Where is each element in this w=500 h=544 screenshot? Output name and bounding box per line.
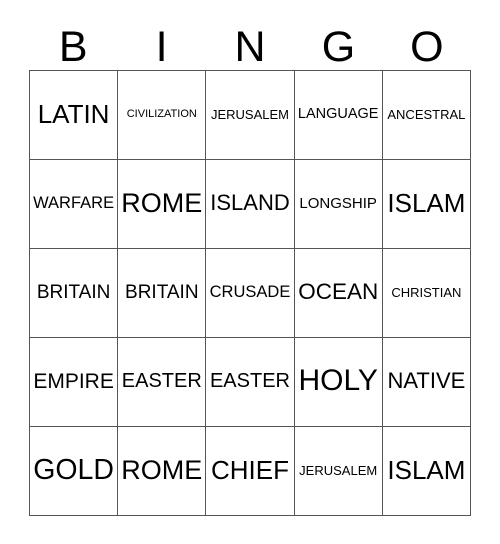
bingo-cell[interactable]: LANGUAGE — [294, 71, 383, 160]
bingo-cell[interactable]: WARFARE — [30, 160, 119, 249]
bingo-card: B I N G O LATIN CIVILIZATION JERUSALEM L… — [0, 0, 500, 544]
bingo-cell-label: CHIEF — [210, 455, 289, 485]
bingo-cell-label: ISLAM — [387, 455, 466, 485]
bingo-cell[interactable]: JERUSALEM — [206, 71, 295, 160]
bingo-header-letter-b: B — [58, 23, 88, 71]
bingo-cell-label: BRITAIN — [125, 281, 199, 303]
bingo-cell-label: GOLD — [33, 453, 114, 486]
bingo-cell-label: LATIN — [37, 99, 110, 129]
bingo-cell[interactable]: HOLY — [294, 338, 383, 427]
bingo-cell-label: ISLAM — [387, 188, 466, 218]
bingo-cell-label: JERUSALEM — [210, 106, 289, 122]
bingo-cell[interactable]: ISLAM — [382, 427, 471, 516]
bingo-cell[interactable]: JERUSALEM — [294, 427, 383, 516]
bingo-header-letter-g: G — [321, 23, 356, 71]
bingo-cell[interactable]: CHIEF — [206, 427, 295, 516]
bingo-cell-label: WARFARE — [33, 193, 115, 212]
bingo-cell[interactable]: CIVILIZATION — [118, 71, 207, 160]
bingo-cell-label: EASTER — [209, 370, 290, 392]
bingo-cell-label: HOLY — [298, 364, 378, 397]
bingo-cell[interactable]: ROME — [118, 427, 207, 516]
bingo-header-letter-n: N — [234, 23, 266, 71]
bingo-cell-label: LONGSHIP — [299, 194, 377, 212]
bingo-cell[interactable]: EMPIRE — [30, 338, 119, 427]
bingo-cell[interactable]: LONGSHIP — [294, 160, 383, 249]
bingo-cell[interactable]: LATIN — [30, 71, 119, 160]
bingo-cell-label: EMPIRE — [33, 369, 114, 393]
bingo-cell[interactable]: ANCESTRAL — [382, 71, 471, 160]
bingo-cell-label: CIVILIZATION — [126, 107, 197, 120]
bingo-header-letter-i: I — [155, 23, 168, 71]
bingo-header-row: B I N G O — [29, 16, 471, 70]
bingo-cell-label: LANGUAGE — [297, 105, 379, 122]
bingo-cell[interactable]: CRUSADE — [206, 249, 295, 338]
bingo-cell-label: ANCESTRAL — [387, 106, 466, 122]
bingo-cell-label: EASTER — [121, 370, 202, 392]
bingo-header-letter-o: O — [410, 23, 444, 71]
bingo-cell-label: ROME — [121, 187, 203, 218]
bingo-cell-label: ISLAND — [210, 190, 290, 215]
bingo-cell[interactable]: CHRISTIAN — [382, 249, 471, 338]
bingo-cell[interactable]: GOLD — [30, 427, 119, 516]
bingo-cell[interactable]: ISLAND — [206, 160, 295, 249]
bingo-cell[interactable]: EASTER — [206, 338, 295, 427]
bingo-cell-label: CRUSADE — [209, 282, 291, 301]
bingo-cell-label: OCEAN — [298, 278, 379, 304]
bingo-cell[interactable]: OCEAN — [294, 249, 383, 338]
bingo-cell-label: BRITAIN — [36, 281, 111, 303]
bingo-cell[interactable]: ROME — [118, 160, 207, 249]
bingo-cell[interactable]: BRITAIN — [118, 249, 207, 338]
bingo-grid: LATIN CIVILIZATION JERUSALEM LANGUAGE AN… — [29, 70, 471, 516]
bingo-cell[interactable]: NATIVE — [382, 338, 471, 427]
bingo-cell-label: JERUSALEM — [299, 462, 378, 478]
bingo-cell-label: NATIVE — [387, 368, 466, 393]
bingo-cell[interactable]: EASTER — [118, 338, 207, 427]
bingo-cell[interactable]: ISLAM — [382, 160, 471, 249]
bingo-cell-label: CHRISTIAN — [391, 284, 462, 300]
bingo-cell[interactable]: BRITAIN — [30, 249, 119, 338]
bingo-cell-label: ROME — [121, 454, 203, 485]
